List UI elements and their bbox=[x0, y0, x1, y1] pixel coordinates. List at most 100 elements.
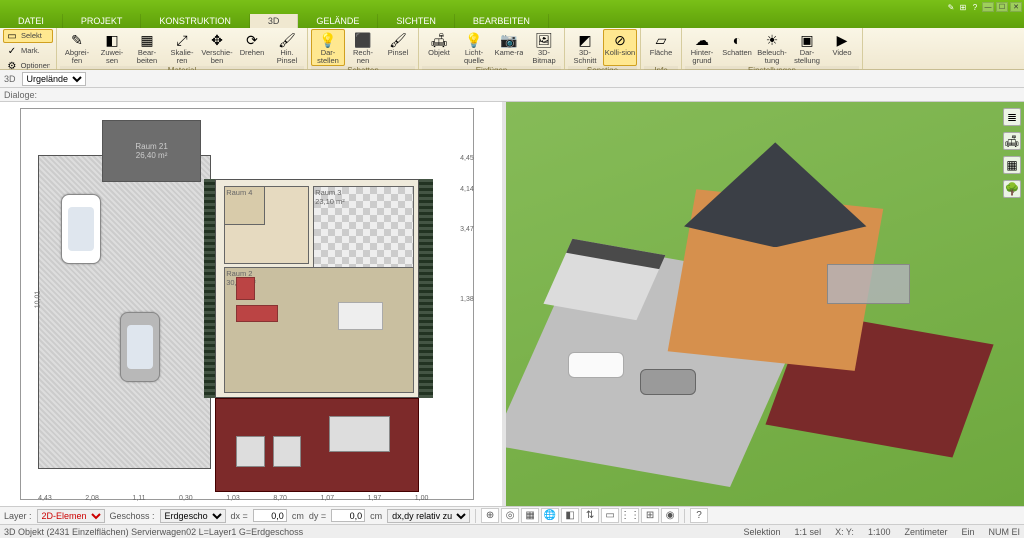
beleuchtung-button[interactable]: ☀Beleuch-tung bbox=[755, 29, 789, 66]
objekt-button-icon: 🛋 bbox=[430, 31, 448, 49]
button-label: Schatten bbox=[722, 49, 752, 65]
close-button[interactable]: ✕ bbox=[1010, 2, 1022, 12]
hintergrund-button[interactable]: ☁Hinter-grund bbox=[685, 29, 719, 66]
button-label: Optionen bbox=[21, 62, 50, 70]
button-label: Selekt bbox=[21, 32, 42, 40]
button-label: Kame-ra bbox=[495, 49, 524, 65]
layerbar-tool-4[interactable]: ◧ bbox=[561, 508, 579, 523]
button-label: Objekt bbox=[428, 49, 450, 65]
geschoss-select[interactable]: Erdgescho bbox=[160, 509, 226, 523]
sofa bbox=[236, 305, 277, 322]
darstellung-button[interactable]: ▣Dar-stellung bbox=[790, 29, 824, 66]
status-sel: 1:1 sel bbox=[795, 527, 822, 537]
menu-tab-3d[interactable]: 3D bbox=[250, 14, 299, 28]
room-3: Raum 323,10 m² bbox=[313, 186, 414, 273]
layerbar-tool-2[interactable]: ▦ bbox=[521, 508, 539, 523]
room-4: Raum 4 bbox=[224, 186, 264, 225]
objekt-button[interactable]: 🛋Objekt bbox=[422, 29, 456, 66]
menu-tab-datei[interactable]: DATEI bbox=[0, 14, 63, 28]
drehen-button[interactable]: ⟳Drehen bbox=[235, 29, 269, 66]
layer-toolbar: Layer : 2D-Elemen Geschoss : Erdgescho d… bbox=[0, 506, 1024, 524]
layerbar-tool-9[interactable]: ◉ bbox=[661, 508, 679, 523]
verschieben-button[interactable]: ✥Verschie-ben bbox=[200, 29, 234, 66]
layer-select[interactable]: 2D-Elemen bbox=[37, 509, 105, 523]
dx-label: dx = bbox=[231, 511, 248, 521]
garage-room: Raum 21 26,40 m² bbox=[102, 120, 202, 183]
window-titlebar: ✎ ⊞ ? — ☐ ✕ bbox=[0, 0, 1024, 14]
hinpinsel-button[interactable]: 🖌Hin. Pinsel bbox=[270, 29, 304, 66]
flaeche-button-icon: ▱ bbox=[652, 31, 670, 49]
kollision-button[interactable]: ⊘Kolli-sion bbox=[603, 29, 637, 66]
kamera-button-icon: 📷 bbox=[500, 31, 518, 49]
dim-label: 1,38 bbox=[460, 296, 474, 303]
coord-mode-select[interactable]: dx,dy relativ zu bbox=[387, 509, 470, 523]
menu-tab-sichten[interactable]: SICHTEN bbox=[378, 14, 455, 28]
texture-icon[interactable]: ▦ bbox=[1003, 156, 1021, 174]
schnitt-button[interactable]: ◩3D-Schnitt bbox=[568, 29, 602, 66]
car-plan bbox=[120, 312, 160, 382]
bitmap-button[interactable]: 🖼3D-Bitmap bbox=[527, 29, 561, 66]
hintergrund-button-icon: ☁ bbox=[693, 31, 711, 49]
layerbar-tool-5[interactable]: ⇅ bbox=[581, 508, 599, 523]
layerbar-tool-3[interactable]: 🌐 bbox=[541, 508, 559, 523]
dim-label: 3,47 bbox=[460, 226, 474, 233]
lichtquelle-button[interactable]: 💡Licht-quelle bbox=[457, 29, 491, 66]
button-label: Bear-beiten bbox=[131, 49, 163, 65]
flaeche-button[interactable]: ▱Fläche bbox=[644, 29, 678, 66]
dim-label: 1,00 bbox=[415, 495, 429, 502]
dim-label: 8,70 bbox=[273, 495, 287, 502]
minimize-button[interactable]: — bbox=[982, 2, 994, 12]
floorplan-pane[interactable]: Raum 21 26,40 m² Raum 323,10 m² Raum 120… bbox=[0, 102, 502, 506]
dx-input[interactable] bbox=[253, 509, 287, 522]
layerbar-tool-0[interactable]: ⊕ bbox=[481, 508, 499, 523]
mark-button-icon: ✓ bbox=[6, 45, 18, 57]
dim-label: 1,11 bbox=[132, 495, 145, 502]
maximize-button[interactable]: ☐ bbox=[996, 2, 1008, 12]
abgreifen-button[interactable]: ✎Abgrei-fen bbox=[60, 29, 94, 66]
dims-bottom: 4,432,081,110,301,038,701,071,971,00 bbox=[38, 495, 428, 502]
menu-tab-konstruktion[interactable]: KONSTRUKTION bbox=[141, 14, 250, 28]
status-scale: 1:100 bbox=[868, 527, 891, 537]
layerbar-tool-7[interactable]: ⋮⋮ bbox=[621, 508, 639, 523]
tool-icon[interactable]: ⊞ bbox=[958, 2, 968, 12]
hedge bbox=[419, 179, 433, 399]
layerbar-tool-8[interactable]: ⊞ bbox=[641, 508, 659, 523]
bearbeiten-button[interactable]: ▦Bear-beiten bbox=[130, 29, 164, 66]
zuweisen-button[interactable]: ◧Zuwei-sen bbox=[95, 29, 129, 66]
skalieren-button[interactable]: ⤢Skalie-ren bbox=[165, 29, 199, 66]
lounger bbox=[273, 436, 301, 467]
darstellen-button[interactable]: 💡Dar-stellen bbox=[311, 29, 345, 66]
button-label: Hin. Pinsel bbox=[271, 49, 303, 65]
kamera-button[interactable]: 📷Kame-ra bbox=[492, 29, 526, 66]
armchair bbox=[236, 277, 255, 299]
separator bbox=[684, 509, 685, 523]
button-label: 3D-Schnitt bbox=[569, 49, 601, 65]
tree-icon[interactable]: 🌳 bbox=[1003, 180, 1021, 198]
layerbar-tool-6[interactable]: ▭ bbox=[601, 508, 619, 523]
dy-input[interactable] bbox=[331, 509, 365, 522]
house-outline: Raum 323,10 m² Raum 120,71 m² Raum 4 Rau… bbox=[215, 179, 419, 399]
layers-icon[interactable]: ≣ bbox=[1003, 108, 1021, 126]
selekt-button[interactable]: ▭Selekt bbox=[3, 29, 53, 43]
pinsel-button[interactable]: 🖌Pinsel bbox=[381, 29, 415, 66]
view3d-pane[interactable]: ≣ 🛋 ▦ 🌳 bbox=[506, 102, 1024, 506]
layerbar-tool-1[interactable]: ◎ bbox=[501, 508, 519, 523]
video-button[interactable]: ▶Video bbox=[825, 29, 859, 66]
furniture-icon[interactable]: 🛋 bbox=[1003, 132, 1021, 150]
menu-tab-projekt[interactable]: PROJEKT bbox=[63, 14, 142, 28]
video-button-icon: ▶ bbox=[833, 31, 851, 49]
button-label: Zuwei-sen bbox=[96, 49, 128, 65]
tool-icon[interactable]: ✎ bbox=[946, 2, 956, 12]
lounger bbox=[236, 436, 264, 467]
layer-label: Layer : bbox=[4, 511, 32, 521]
menu-tab-gelände[interactable]: GELÄNDE bbox=[298, 14, 378, 28]
dining-table bbox=[338, 302, 383, 329]
help-icon[interactable]: ? bbox=[970, 2, 980, 12]
mark-button[interactable]: ✓Mark. bbox=[3, 44, 53, 58]
rechnen-button[interactable]: ⬛Rech-nen bbox=[346, 29, 380, 66]
terrain-select[interactable]: Urgelände bbox=[22, 72, 86, 86]
help-button[interactable]: ? bbox=[690, 508, 708, 523]
dim-label: 1,07 bbox=[320, 495, 334, 502]
menu-tab-bearbeiten[interactable]: BEARBEITEN bbox=[455, 14, 549, 28]
schatten-einst-button[interactable]: ◐Schatten bbox=[720, 29, 754, 66]
